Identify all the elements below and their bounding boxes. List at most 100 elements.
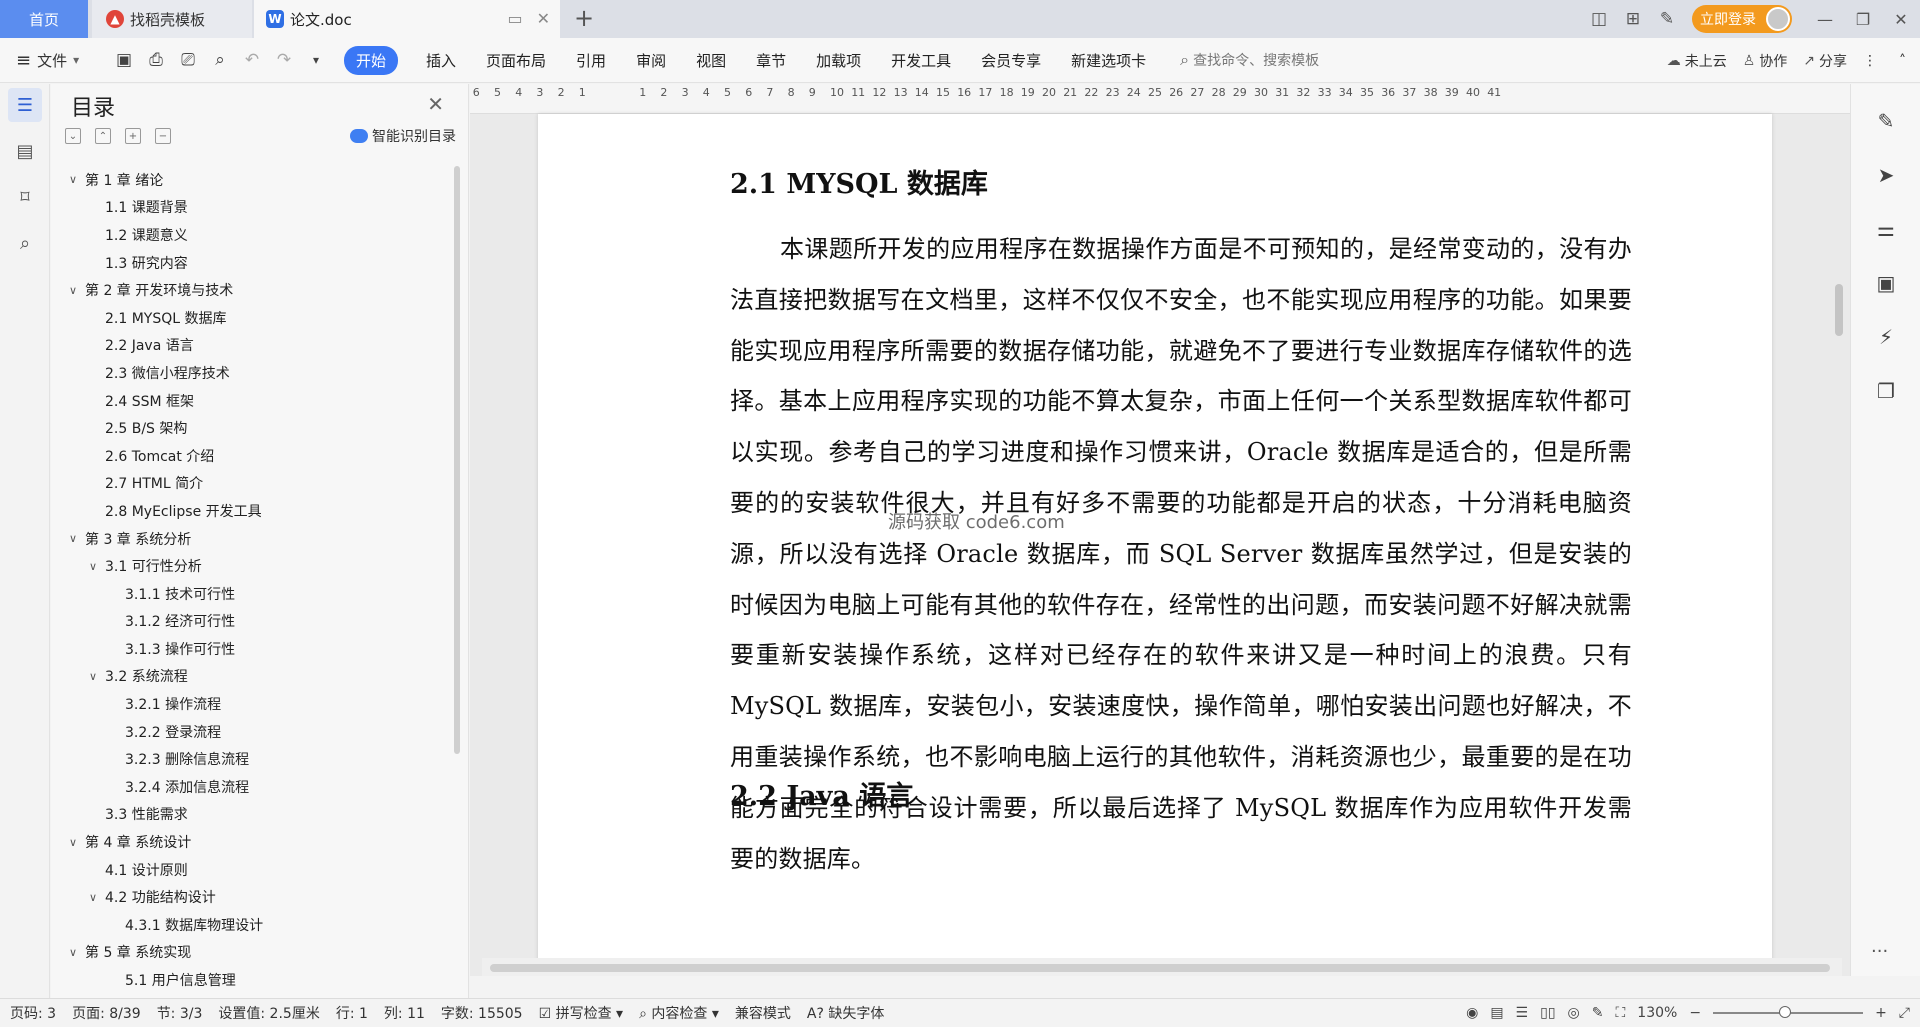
image-tools-icon[interactable]: ▣ [1869,266,1903,300]
chevron-down-icon[interactable]: ∨ [69,532,85,545]
compat-mode[interactable]: 兼容模式 [735,1003,791,1023]
toc-item[interactable]: 2.5 B/S 架构 [69,414,441,442]
new-tab-button[interactable]: + [574,4,594,32]
read-view-icon[interactable]: ▯▯ [1540,1005,1555,1021]
undo-icon[interactable]: ↶ [242,50,262,70]
chapter-nav-icon[interactable]: ▤ [8,134,42,168]
toc-item[interactable]: 3.3 性能需求 [69,801,441,829]
lightning-icon[interactable]: ⚡ [1869,320,1903,354]
tab-template[interactable]: ▲ 找稻壳模板 [92,0,252,38]
expand-all-icon[interactable]: ⌄ [65,128,81,144]
toc-item[interactable]: ∨ 第 5 章 系统实现 [69,939,441,967]
ribbon-tab-review[interactable]: 审阅 [636,50,666,71]
restore-button[interactable]: ❐ [1844,10,1882,29]
pen-icon[interactable]: ✎ [1869,104,1903,138]
status-row[interactable]: 行: 1 [336,1003,368,1023]
screen-icon[interactable]: ▭ [507,9,522,28]
cursor-icon[interactable]: ➤ [1869,158,1903,192]
toc-item[interactable]: 3.1.1 技术可行性 [69,580,441,608]
toc-item[interactable]: ∨ 第 2 章 开发环境与技术 [69,276,441,304]
status-page[interactable]: 页面: 8/39 [72,1003,141,1023]
ribbon-tab-insert[interactable]: 插入 [426,50,456,71]
tab-document[interactable]: W 论文.doc ▭ ✕ [254,0,560,38]
toc-item[interactable]: 2.8 MyEclipse 开发工具 [69,497,441,525]
toc-item[interactable]: 3.2.3 删除信息流程 [69,745,441,773]
toc-item[interactable]: ∨ 第 3 章 系统分析 [69,525,441,553]
toc-item[interactable]: 3.1.2 经济可行性 [69,608,441,636]
spell-check-button[interactable]: ☑ 拼写检查 ▾ [539,1003,624,1023]
add-heading-icon[interactable]: + [125,128,141,144]
redo-icon[interactable]: ↷ [274,50,294,70]
missing-font-button[interactable]: A? 缺失字体 [807,1003,884,1023]
zoom-out-button[interactable]: − [1689,1005,1701,1021]
ribbon-tab-page-layout[interactable]: 页面布局 [486,50,546,71]
status-words[interactable]: 字数: 15505 [441,1003,523,1023]
toc-item[interactable]: 2.6 Tomcat 介绍 [69,442,441,470]
collapse-all-icon[interactable]: ⌃ [95,128,111,144]
vertical-scroll-thumb[interactable] [1835,284,1843,336]
book-icon[interactable]: ❐ [1869,374,1903,408]
collapse-ribbon-icon[interactable]: ˄ [1899,53,1906,69]
ribbon-tab-home[interactable]: 开始 [344,45,399,75]
find-icon[interactable]: ⌕ [8,226,42,260]
fullscreen-icon[interactable]: ⤢ [1899,1005,1910,1021]
toc-item[interactable]: 1.3 研究内容 [69,249,441,277]
toc-item[interactable]: 4.1 设计原则 [69,856,441,884]
ribbon-tab-addins[interactable]: 加载项 [816,50,861,71]
chevron-down-icon[interactable]: ∨ [69,836,85,849]
grid-apps-icon[interactable]: ⊞ [1618,9,1648,29]
toc-item[interactable]: 4.3.1 数据库物理设计 [69,911,441,939]
more-dots-icon[interactable]: ··· [1871,941,1888,962]
status-page-code[interactable]: 页码: 3 [10,1003,56,1023]
zoom-slider[interactable] [1713,1006,1864,1018]
toc-item[interactable]: 5.1 用户信息管理 [69,966,441,994]
chevron-down-icon[interactable]: ∨ [69,946,85,959]
save-icon[interactable]: ▣ [114,50,134,70]
layout-icon[interactable]: ◫ [1584,9,1614,29]
smart-toc-button[interactable]: 智能识别目录 [350,126,456,146]
print-preview-icon[interactable]: ⌕ [210,50,230,70]
toc-panel-icon[interactable]: ☰ [8,88,42,122]
close-icon[interactable]: ✕ [427,92,444,116]
document-page[interactable]: 2.1 MYSQL 数据库 本课题所开发的应用程序在数据操作方面是不可预知的，是… [538,114,1772,976]
status-section[interactable]: 节: 3/3 [157,1003,203,1023]
more-icon[interactable]: ⋮ [1863,53,1877,69]
toc-scrollbar[interactable] [454,166,460,754]
close-tab-icon[interactable]: ✕ [537,9,550,28]
zoom-in-button[interactable]: + [1875,1005,1887,1021]
zoom-level[interactable]: 130% [1637,1005,1677,1021]
toc-item[interactable]: 2.1 MYSQL 数据库 [69,304,441,332]
chevron-down-icon[interactable]: ∨ [89,670,105,683]
status-col[interactable]: 列: 11 [384,1003,425,1023]
horizontal-ruler[interactable]: 7654321123456789101112131415161718192021… [470,84,1850,114]
toc-item[interactable]: ∨ 4.2 功能结构设计 [69,883,441,911]
toc-item[interactable]: 2.2 Java 语言 [69,332,441,360]
settings-sliders-icon[interactable]: ⚌ [1869,212,1903,246]
ribbon-tab-chapter[interactable]: 章节 [756,50,786,71]
minimize-button[interactable]: — [1806,10,1844,29]
share-button[interactable]: ↗ 分享 [1803,51,1847,71]
content-check-button[interactable]: ⌕ 内容检查 ▾ [639,1003,719,1023]
bookmark-icon[interactable]: ⌑ [8,180,42,214]
eye-protect-icon[interactable]: ◉ [1466,1005,1478,1021]
zoom-slider-knob[interactable] [1779,1006,1792,1018]
ribbon-tab-view[interactable]: 视图 [696,50,726,71]
export-pdf-icon[interactable]: ⎙ [146,50,166,70]
remove-heading-icon[interactable]: − [155,128,171,144]
file-menu[interactable]: ≡ 文件 ▾ [0,50,110,71]
toc-item[interactable]: 3.1.3 操作可行性 [69,635,441,663]
chevron-down-icon[interactable]: ∨ [69,173,85,186]
horizontal-scroll-thumb[interactable] [490,964,1830,972]
collab-button[interactable]: ♙ 协作 [1743,51,1788,71]
toc-item[interactable]: 2.3 微信小程序技术 [69,359,441,387]
outline-view-icon[interactable]: ☰ [1516,1005,1529,1021]
page-view-icon[interactable]: ▤ [1490,1005,1503,1021]
login-button[interactable]: 立即登录 [1692,5,1792,33]
toc-item[interactable]: ∨ 3.2 系统流程 [69,663,441,691]
horizontal-scrollbar[interactable] [482,958,1842,976]
vertical-scrollbar[interactable] [1832,114,1846,954]
cloud-status[interactable]: ☁ 未上云 [1667,51,1727,71]
toc-item[interactable]: 3.2.1 操作流程 [69,690,441,718]
toc-item[interactable]: 3.2.4 添加信息流程 [69,773,441,801]
ribbon-tab-references[interactable]: 引用 [576,50,606,71]
